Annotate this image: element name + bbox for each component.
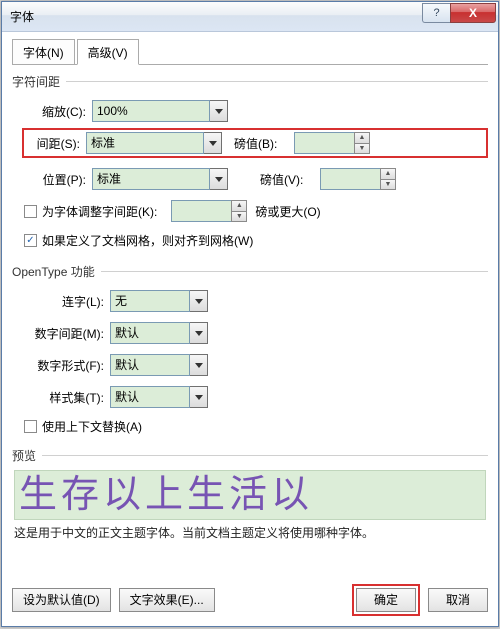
- label-numspacing: 数字间距(M):: [24, 325, 110, 342]
- cancel-button[interactable]: 取消: [428, 588, 488, 612]
- chevron-down-icon[interactable]: [190, 354, 208, 376]
- window-title: 字体: [10, 8, 422, 25]
- label-spacing: 间距(S):: [26, 135, 86, 152]
- spinner-kerning-value[interactable]: [171, 200, 231, 222]
- label-scale: 缩放(C):: [24, 103, 92, 120]
- combo-styleset[interactable]: 默认: [110, 386, 208, 408]
- chevron-down-icon[interactable]: [210, 100, 228, 122]
- row-snap-grid: ✓ 如果定义了文档网格，则对齐到网格(W): [12, 232, 488, 249]
- label-numform: 数字形式(F):: [24, 357, 110, 374]
- font-dialog: 字体 ? X 字体(N) 高级(V) 字符间距 缩放(C): 100%: [1, 1, 499, 627]
- divider: [66, 81, 488, 82]
- row-spacing-highlight: 间距(S): 标准 磅值(B): ▲▼: [22, 128, 488, 158]
- spin-down-icon[interactable]: ▼: [354, 143, 370, 155]
- legend-preview: 预览: [12, 447, 488, 464]
- ok-button[interactable]: 确定: [356, 588, 416, 612]
- legend-char-spacing-text: 字符间距: [12, 73, 60, 90]
- combo-styleset-value[interactable]: 默认: [110, 386, 190, 408]
- combo-numspacing-value[interactable]: 默认: [110, 322, 190, 344]
- label-position-pt: 磅值(V):: [260, 171, 320, 188]
- label-kerning-suffix: 磅或更大(O): [255, 203, 320, 220]
- ok-button-highlight: 确定: [352, 584, 420, 616]
- divider: [42, 455, 488, 456]
- label-styleset: 样式集(T):: [24, 389, 110, 406]
- spin-down-icon[interactable]: ▼: [380, 179, 396, 191]
- row-numspacing: 数字间距(M): 默认: [12, 322, 488, 344]
- spin-up-icon[interactable]: ▲: [380, 168, 396, 179]
- spinner-position-value[interactable]: [320, 168, 380, 190]
- checkbox-kerning[interactable]: [24, 205, 37, 218]
- combo-scale[interactable]: 100%: [92, 100, 228, 122]
- label-kerning: 为字体调整字间距(K):: [42, 203, 157, 220]
- footer: 设为默认值(D) 文字效果(E)... 确定 取消: [12, 584, 488, 616]
- dialog-body: 字体(N) 高级(V) 字符间距 缩放(C): 100% 间距(S): 标准: [2, 32, 498, 626]
- spinner-buttons[interactable]: ▲▼: [354, 132, 370, 154]
- group-char-spacing: 字符间距 缩放(C): 100% 间距(S): 标准 磅值(B):: [12, 73, 488, 249]
- label-spacing-pt: 磅值(B):: [234, 135, 294, 152]
- chevron-down-icon[interactable]: [190, 322, 208, 344]
- chevron-down-icon[interactable]: [204, 132, 222, 154]
- combo-numform-value[interactable]: 默认: [110, 354, 190, 376]
- tab-font[interactable]: 字体(N): [12, 39, 75, 65]
- spin-up-icon[interactable]: ▲: [231, 200, 247, 211]
- group-opentype: OpenType 功能 连字(L): 无 数字间距(M): 默认 数字形式(F)…: [12, 263, 488, 435]
- spinner-spacing-pt[interactable]: ▲▼: [294, 132, 370, 154]
- tab-advanced[interactable]: 高级(V): [77, 39, 139, 65]
- set-default-button[interactable]: 设为默认值(D): [12, 588, 111, 612]
- label-ligature: 连字(L):: [24, 293, 110, 310]
- legend-char-spacing: 字符间距: [12, 73, 488, 90]
- combo-spacing-value[interactable]: 标准: [86, 132, 204, 154]
- preview-desc: 这是用于中文的正文主题字体。当前文档主题定义将使用哪种字体。: [14, 524, 486, 541]
- row-ligature: 连字(L): 无: [12, 290, 488, 312]
- tab-strip: 字体(N) 高级(V): [12, 38, 488, 65]
- legend-opentype: OpenType 功能: [12, 263, 488, 280]
- help-button[interactable]: ?: [422, 3, 450, 23]
- row-kerning: 为字体调整字间距(K): ▲▼ 磅或更大(O): [12, 200, 488, 222]
- combo-numspacing[interactable]: 默认: [110, 322, 208, 344]
- preview-sample: 生存以上生活以: [14, 470, 486, 520]
- tab-font-label: 字体(N): [23, 46, 64, 60]
- label-context: 使用上下文替换(A): [42, 418, 142, 435]
- row-scale: 缩放(C): 100%: [12, 100, 488, 122]
- spin-down-icon[interactable]: ▼: [231, 211, 247, 223]
- combo-ligature[interactable]: 无: [110, 290, 208, 312]
- checkbox-snap-grid[interactable]: ✓: [24, 234, 37, 247]
- window-buttons: ? X: [422, 3, 496, 23]
- group-preview: 预览 生存以上生活以 这是用于中文的正文主题字体。当前文档主题定义将使用哪种字体…: [12, 447, 488, 541]
- row-numform: 数字形式(F): 默认: [12, 354, 488, 376]
- divider: [101, 271, 488, 272]
- legend-opentype-text: OpenType 功能: [12, 263, 95, 280]
- titlebar[interactable]: 字体 ? X: [2, 2, 498, 32]
- combo-ligature-value[interactable]: 无: [110, 290, 190, 312]
- close-button[interactable]: X: [450, 3, 496, 23]
- checkbox-context[interactable]: [24, 420, 37, 433]
- combo-scale-value[interactable]: 100%: [92, 100, 210, 122]
- spin-up-icon[interactable]: ▲: [354, 132, 370, 143]
- row-context: 使用上下文替换(A): [12, 418, 488, 435]
- row-styleset: 样式集(T): 默认: [12, 386, 488, 408]
- chevron-down-icon[interactable]: [210, 168, 228, 190]
- legend-preview-text: 预览: [12, 447, 36, 464]
- chevron-down-icon[interactable]: [190, 386, 208, 408]
- spinner-buttons[interactable]: ▲▼: [231, 200, 247, 222]
- chevron-down-icon[interactable]: [190, 290, 208, 312]
- label-position: 位置(P):: [24, 171, 92, 188]
- spinner-buttons[interactable]: ▲▼: [380, 168, 396, 190]
- combo-numform[interactable]: 默认: [110, 354, 208, 376]
- spinner-kerning[interactable]: ▲▼: [171, 200, 247, 222]
- text-effects-button[interactable]: 文字效果(E)...: [119, 588, 215, 612]
- row-position: 位置(P): 标准 磅值(V): ▲▼: [12, 168, 488, 190]
- combo-position[interactable]: 标准: [92, 168, 228, 190]
- combo-spacing[interactable]: 标准: [86, 132, 222, 154]
- spinner-spacing-value[interactable]: [294, 132, 354, 154]
- tab-advanced-label: 高级(V): [88, 46, 128, 60]
- combo-position-value[interactable]: 标准: [92, 168, 210, 190]
- label-snap-grid: 如果定义了文档网格，则对齐到网格(W): [42, 232, 253, 249]
- spinner-position-pt[interactable]: ▲▼: [320, 168, 396, 190]
